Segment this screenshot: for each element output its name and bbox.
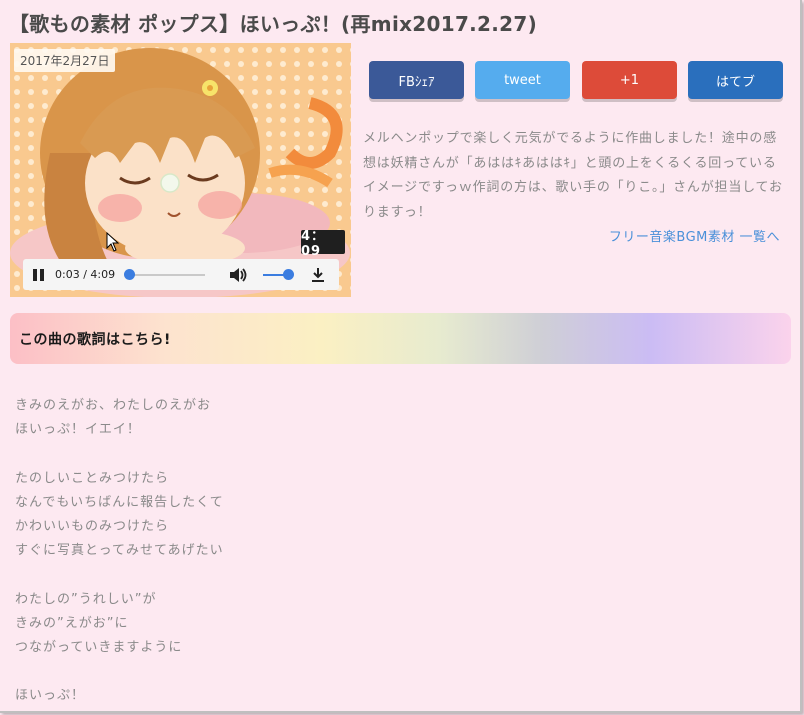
song-description: メルヘンポップで楽しく元気がでるように作曲しました！途中の感想は妖精さんが「あは… (363, 131, 783, 220)
google-plus-button[interactable]: +1 (582, 61, 677, 99)
lyric-line: わたしの”うれしい”が (15, 591, 157, 607)
lyric-line (15, 660, 615, 684)
progress-slider[interactable] (124, 268, 206, 280)
tweet-button[interactable]: tweet (475, 61, 570, 99)
lyric-line: すぐに写真とってみせてあげたい (15, 543, 224, 559)
lyric-line: きみの”えがお”に (15, 615, 129, 631)
time-display: 0:03 / 4:09 (55, 268, 116, 281)
lyric-line: つながっていきますように (15, 639, 183, 655)
volume-slider[interactable] (263, 268, 294, 280)
volume-fill (263, 273, 285, 276)
mouse-cursor-icon (106, 232, 120, 252)
duration-badge: 4：09 (301, 229, 345, 259)
lyric-line: なんでもいちばんに報告したくて (15, 494, 224, 510)
lyric-line (15, 442, 615, 466)
lyric-line: きみのえがお、わたしのえがお (15, 398, 212, 413)
date-badge: 2017年2月27日 (14, 49, 116, 72)
bgm-list-link[interactable]: フリー音楽BGM素材 一覧へ (609, 226, 780, 245)
lyric-line: ほいっぷ！ (15, 688, 86, 704)
lyric-line: かわいいものみつけたら (15, 518, 170, 534)
audio-player: 0:03 / 4:09 (23, 259, 339, 290)
lyrics-body: きみのえがお、わたしのえがお ほいっぷ！イエイ！ たのしいことみつけたら なんで… (15, 394, 615, 708)
hatena-bookmark-button[interactable]: はてブ (688, 61, 783, 99)
volume-icon[interactable] (229, 267, 247, 283)
lyric-line: ほいっぷ！イエイ！ (15, 422, 141, 438)
lyric-line: たのしいことみつけたら (15, 470, 170, 486)
facebook-share-button[interactable]: FBｼｪｱ (369, 61, 464, 99)
progress-knob[interactable] (124, 268, 136, 280)
page-title: 【歌もの素材 ポップス】ほいっぷ！(再mix2017.2.27) (9, 12, 538, 36)
pause-icon[interactable] (33, 268, 45, 281)
lyrics-heading: この曲の歌詞はこちら! (19, 332, 171, 348)
volume-knob[interactable] (282, 268, 294, 280)
lyric-line (15, 563, 615, 587)
download-icon[interactable] (311, 267, 325, 283)
